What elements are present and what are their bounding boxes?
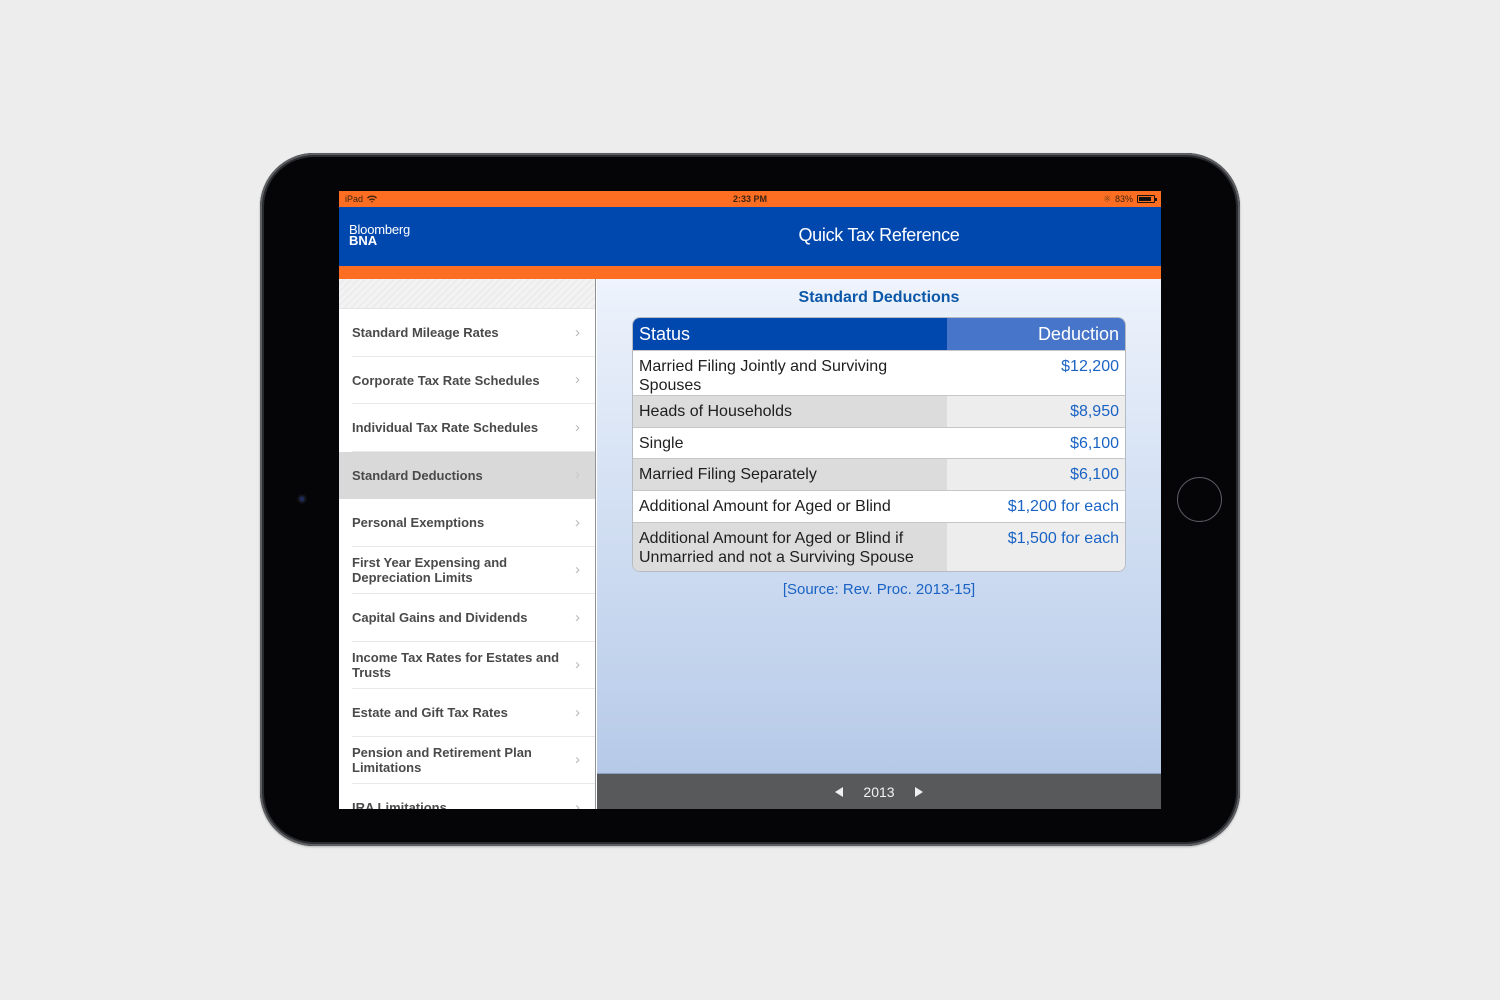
- sidebar-item[interactable]: Capital Gains and Dividends ›: [339, 594, 595, 642]
- header-status: Status: [633, 318, 947, 350]
- deduction-cell: $12,200: [947, 351, 1125, 395]
- table-row: Additional Amount for Aged or Blind if U…: [633, 521, 1125, 571]
- deduction-cell: $1,200 for each: [947, 491, 1125, 522]
- chevron-right-icon: ›: [575, 418, 580, 436]
- sidebar-item-label: Pension and Retirement Plan Limitations: [352, 745, 532, 776]
- sidebar-item[interactable]: Corporate Tax Rate Schedules ›: [339, 357, 595, 405]
- chevron-right-icon: ›: [575, 323, 580, 341]
- sidebar-item[interactable]: Individual Tax Rate Schedules ›: [339, 404, 595, 452]
- nav-bar: Bloomberg BNA Quick Tax Reference: [339, 207, 1161, 266]
- sidebar-item-label: Standard Mileage Rates: [352, 325, 499, 341]
- sidebar-item-label: Standard Deductions: [352, 467, 483, 483]
- home-button[interactable]: [1177, 477, 1222, 522]
- status-cell: Additional Amount for Aged or Blind if U…: [633, 522, 947, 571]
- section-title: Standard Deductions: [798, 289, 960, 306]
- battery-icon: [1137, 195, 1157, 203]
- deduction-cell: $6,100: [947, 459, 1125, 491]
- sidebar-item-label: Income Tax Rates for Estates and Trusts: [352, 650, 560, 681]
- status-cell: Married Filing Jointly and Surviving Spo…: [633, 351, 947, 395]
- chevron-right-icon: ›: [575, 561, 580, 579]
- deduction-cell: $8,950: [947, 396, 1125, 427]
- battery-percent: 83%: [1114, 194, 1133, 204]
- deductions-table: Status Deduction Married Filing Jointly …: [632, 317, 1126, 572]
- table-row: Heads of Households $8,950: [633, 395, 1125, 427]
- page-title: Quick Tax Reference: [798, 225, 960, 245]
- sidebar-item[interactable]: Personal Exemptions ›: [339, 499, 595, 547]
- next-year-arrow-icon[interactable]: [914, 787, 923, 797]
- bloomberg-bna-logo: Bloomberg BNA: [349, 223, 410, 247]
- sidebar-header-pattern: [339, 279, 595, 309]
- sidebar-item-label: Individual Tax Rate Schedules: [352, 420, 539, 436]
- table-row: Single $6,100: [633, 426, 1125, 459]
- status-cell: Single: [633, 427, 947, 459]
- status-cell: Heads of Households: [633, 396, 947, 427]
- sidebar-item-label: IRA Limitations: [352, 800, 447, 809]
- sidebar-item-label: Capital Gains and Dividends: [352, 610, 528, 626]
- sidebar-item-label: Estate and Gift Tax Rates: [352, 705, 508, 721]
- sidebar-item-label: Corporate Tax Rate Schedules: [352, 372, 540, 388]
- camera-icon: [297, 494, 307, 504]
- sidebar-list: Standard Mileage Rates › Corporate Tax Rat…: [339, 309, 595, 809]
- source-link[interactable]: [Source: Rev. Proc. 2013-15]: [597, 581, 1161, 598]
- content-pane: Standard Deductions Status Deduction Mar…: [597, 279, 1161, 773]
- table-body: Married Filing Jointly and Surviving Spo…: [633, 350, 1125, 571]
- accent-bar: [339, 266, 1161, 279]
- sidebar-item[interactable]: Standard Mileage Rates ›: [339, 309, 595, 357]
- screen: iPad 2:33 PM ※ 83% Bloomberg BNA Quick T…: [339, 191, 1161, 809]
- chevron-right-icon: ›: [575, 703, 580, 721]
- status-cell: Additional Amount for Aged or Blind: [633, 491, 947, 522]
- status-cell: Married Filing Separately: [633, 459, 947, 491]
- chevron-right-icon: ›: [575, 513, 580, 531]
- sidebar-item-label: First Year Expensing and Depreciation Li…: [352, 555, 508, 586]
- sidebar-item[interactable]: First Year Expensing and Depreciation Li…: [339, 547, 595, 595]
- deduction-cell: $6,100: [947, 427, 1125, 459]
- status-bar: iPad 2:33 PM ※ 83%: [339, 191, 1161, 207]
- table-row: Married Filing Jointly and Surviving Spo…: [633, 350, 1125, 395]
- sidebar-item[interactable]: Pension and Retirement Plan Limitations ›: [339, 737, 595, 785]
- table-row: Additional Amount for Aged or Blind $1,20…: [633, 490, 1125, 522]
- bluetooth-icon: ※: [1103, 194, 1111, 204]
- sidebar-item[interactable]: Standard Deductions ›: [339, 451, 595, 499]
- chevron-right-icon: ›: [575, 656, 580, 674]
- sidebar[interactable]: Standard Mileage Rates › Corporate Tax Rat…: [339, 279, 596, 809]
- chevron-right-icon: ›: [575, 798, 580, 809]
- chevron-right-icon: ›: [575, 466, 580, 484]
- deduction-cell: $1,500 for each: [947, 522, 1125, 571]
- sidebar-item[interactable]: IRA Limitations ›: [339, 784, 595, 809]
- chevron-right-icon: ›: [575, 371, 580, 389]
- header-deduction: Deduction: [947, 318, 1125, 350]
- chevron-right-icon: ›: [575, 751, 580, 769]
- previous-year-arrow-icon[interactable]: [835, 787, 844, 797]
- sidebar-item[interactable]: Estate and Gift Tax Rates ›: [339, 689, 595, 737]
- chevron-right-icon: ›: [575, 608, 580, 626]
- status-time: 2:33 PM: [732, 194, 767, 204]
- year-label: 2013: [863, 784, 895, 800]
- table-row: Married Filing Separately $6,100: [633, 458, 1125, 491]
- year-toolbar: 2013: [597, 773, 1161, 809]
- table-header: Status Deduction: [633, 318, 1125, 350]
- sidebar-item-label: Personal Exemptions: [352, 515, 485, 531]
- sidebar-item[interactable]: Income Tax Rates for Estates and Trusts ›: [339, 642, 595, 690]
